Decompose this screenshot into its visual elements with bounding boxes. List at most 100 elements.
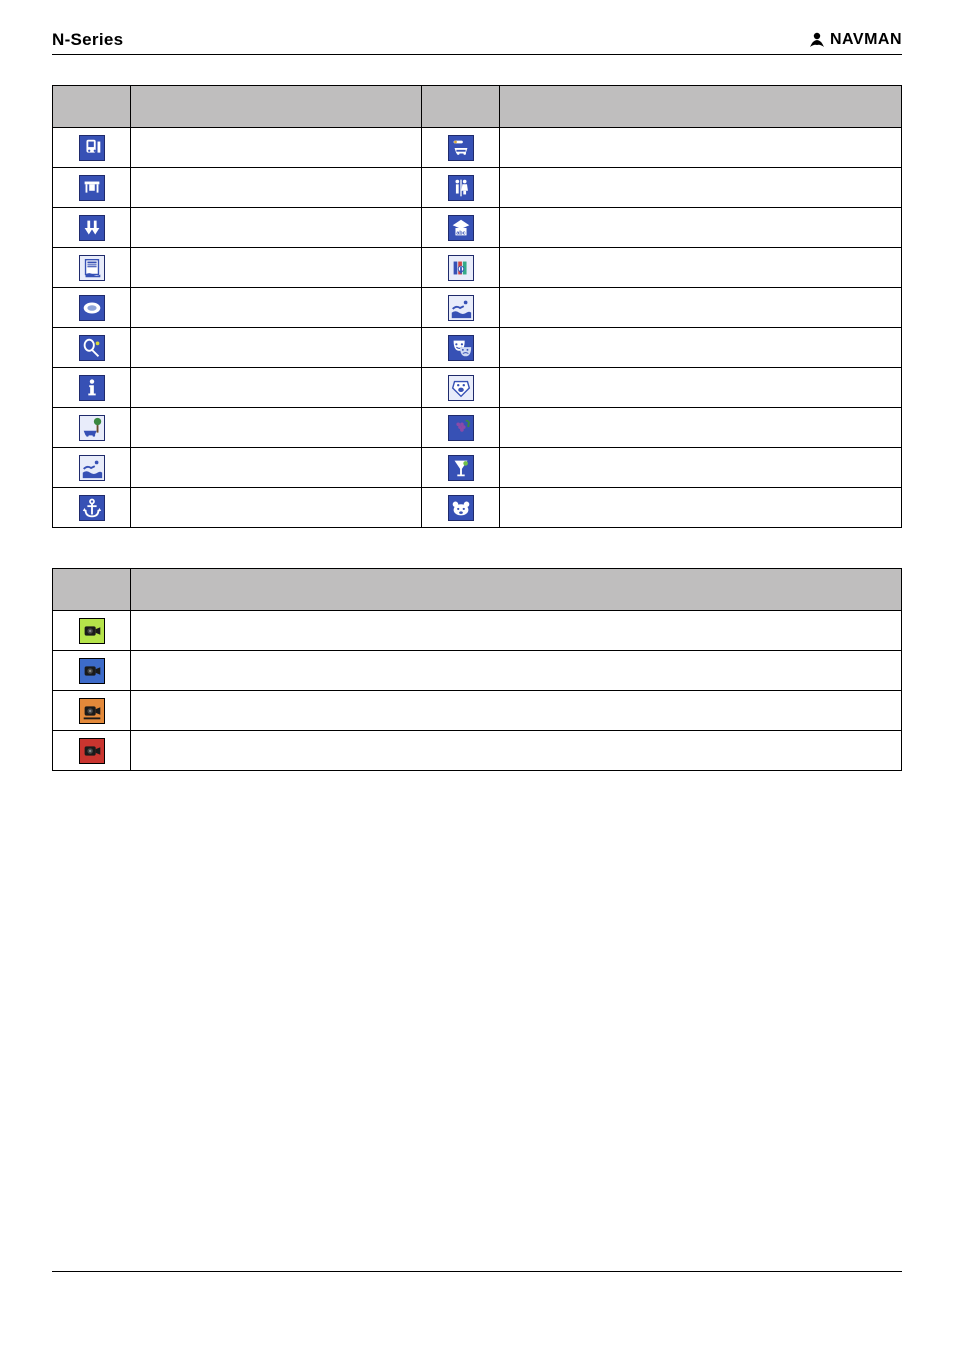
icon-cell [53, 488, 131, 528]
label-cell [131, 611, 902, 651]
table-row: abc [53, 208, 902, 248]
svg-text:abc: abc [456, 230, 466, 236]
stadium-icon [79, 295, 105, 321]
icon-cell [53, 368, 131, 408]
icon-cell [422, 328, 500, 368]
col-header [500, 86, 902, 128]
icon-cell [53, 328, 131, 368]
car-facility-icon [448, 135, 474, 161]
table-row [53, 691, 902, 731]
bus-station-icon [79, 135, 105, 161]
icon-cell [53, 248, 131, 288]
brand: NAVMAN [808, 31, 902, 49]
icon-cell [53, 128, 131, 168]
table-row [53, 731, 902, 771]
label-cell [500, 488, 902, 528]
icon-cell [53, 168, 131, 208]
table-header-row [53, 569, 902, 611]
icon-cell [422, 488, 500, 528]
table-row [53, 611, 902, 651]
arrows-down-icon [79, 215, 105, 241]
col-header [422, 86, 500, 128]
label-cell [131, 128, 422, 168]
bus-stop-icon [79, 175, 105, 201]
theatre-icon [448, 335, 474, 361]
label-cell [131, 328, 422, 368]
col-header [131, 86, 422, 128]
swimming-icon [448, 295, 474, 321]
label-cell [131, 488, 422, 528]
series-title: N-Series [52, 30, 123, 50]
icon-cell [422, 128, 500, 168]
icon-cell [53, 448, 131, 488]
table-header-row [53, 86, 902, 128]
col-header [131, 569, 902, 611]
camera-blue-icon [79, 658, 105, 684]
icon-cell [53, 611, 131, 651]
label-cell [131, 448, 422, 488]
safety-camera-table [52, 568, 902, 771]
label-cell [131, 368, 422, 408]
camera-green-icon [79, 618, 105, 644]
label-cell [131, 691, 902, 731]
camera-red-icon [79, 738, 105, 764]
label-cell [500, 448, 902, 488]
restroom-icon [448, 175, 474, 201]
label-cell [131, 248, 422, 288]
table-row [53, 448, 902, 488]
icon-cell [422, 368, 500, 408]
label-cell [131, 288, 422, 328]
label-cell [131, 168, 422, 208]
icon-cell: abc [422, 208, 500, 248]
table-row [53, 248, 902, 288]
label-cell [500, 168, 902, 208]
page-footer [52, 1271, 902, 1278]
icon-cell [53, 731, 131, 771]
label-cell [131, 408, 422, 448]
anchor-icon [79, 495, 105, 521]
icon-cell [53, 288, 131, 328]
winery-icon [448, 415, 474, 441]
library-icon [448, 255, 474, 281]
icon-cell [422, 408, 500, 448]
brand-text: NAVMAN [830, 31, 902, 49]
col-header [53, 569, 131, 611]
tennis-icon [79, 335, 105, 361]
document-icon [79, 255, 105, 281]
camera-orange-icon [79, 698, 105, 724]
scenic-drive-icon [79, 415, 105, 441]
label-cell [500, 208, 902, 248]
label-cell [131, 208, 422, 248]
icon-cell [422, 168, 500, 208]
table-row [53, 408, 902, 448]
icon-cell [422, 448, 500, 488]
brand-logo-icon [808, 31, 826, 49]
table-row [53, 288, 902, 328]
table-row [53, 128, 902, 168]
label-cell [500, 128, 902, 168]
label-cell [500, 368, 902, 408]
icon-cell [422, 248, 500, 288]
icon-cell [53, 691, 131, 731]
info-i-icon [79, 375, 105, 401]
label-cell [500, 248, 902, 288]
label-cell [131, 731, 902, 771]
label-cell [500, 408, 902, 448]
label-cell [500, 328, 902, 368]
school-icon: abc [448, 215, 474, 241]
bar-icon [448, 455, 474, 481]
label-cell [500, 288, 902, 328]
icon-cell [422, 288, 500, 328]
page-header: N-Series NAVMAN [52, 30, 902, 55]
table-row [53, 368, 902, 408]
table-row [53, 328, 902, 368]
icon-cell [53, 651, 131, 691]
label-cell [131, 651, 902, 691]
table-row [53, 651, 902, 691]
zoo-icon [448, 495, 474, 521]
table-row [53, 168, 902, 208]
poi-icon-table: abc [52, 85, 902, 528]
table-row [53, 488, 902, 528]
col-header [53, 86, 131, 128]
icon-cell [53, 408, 131, 448]
